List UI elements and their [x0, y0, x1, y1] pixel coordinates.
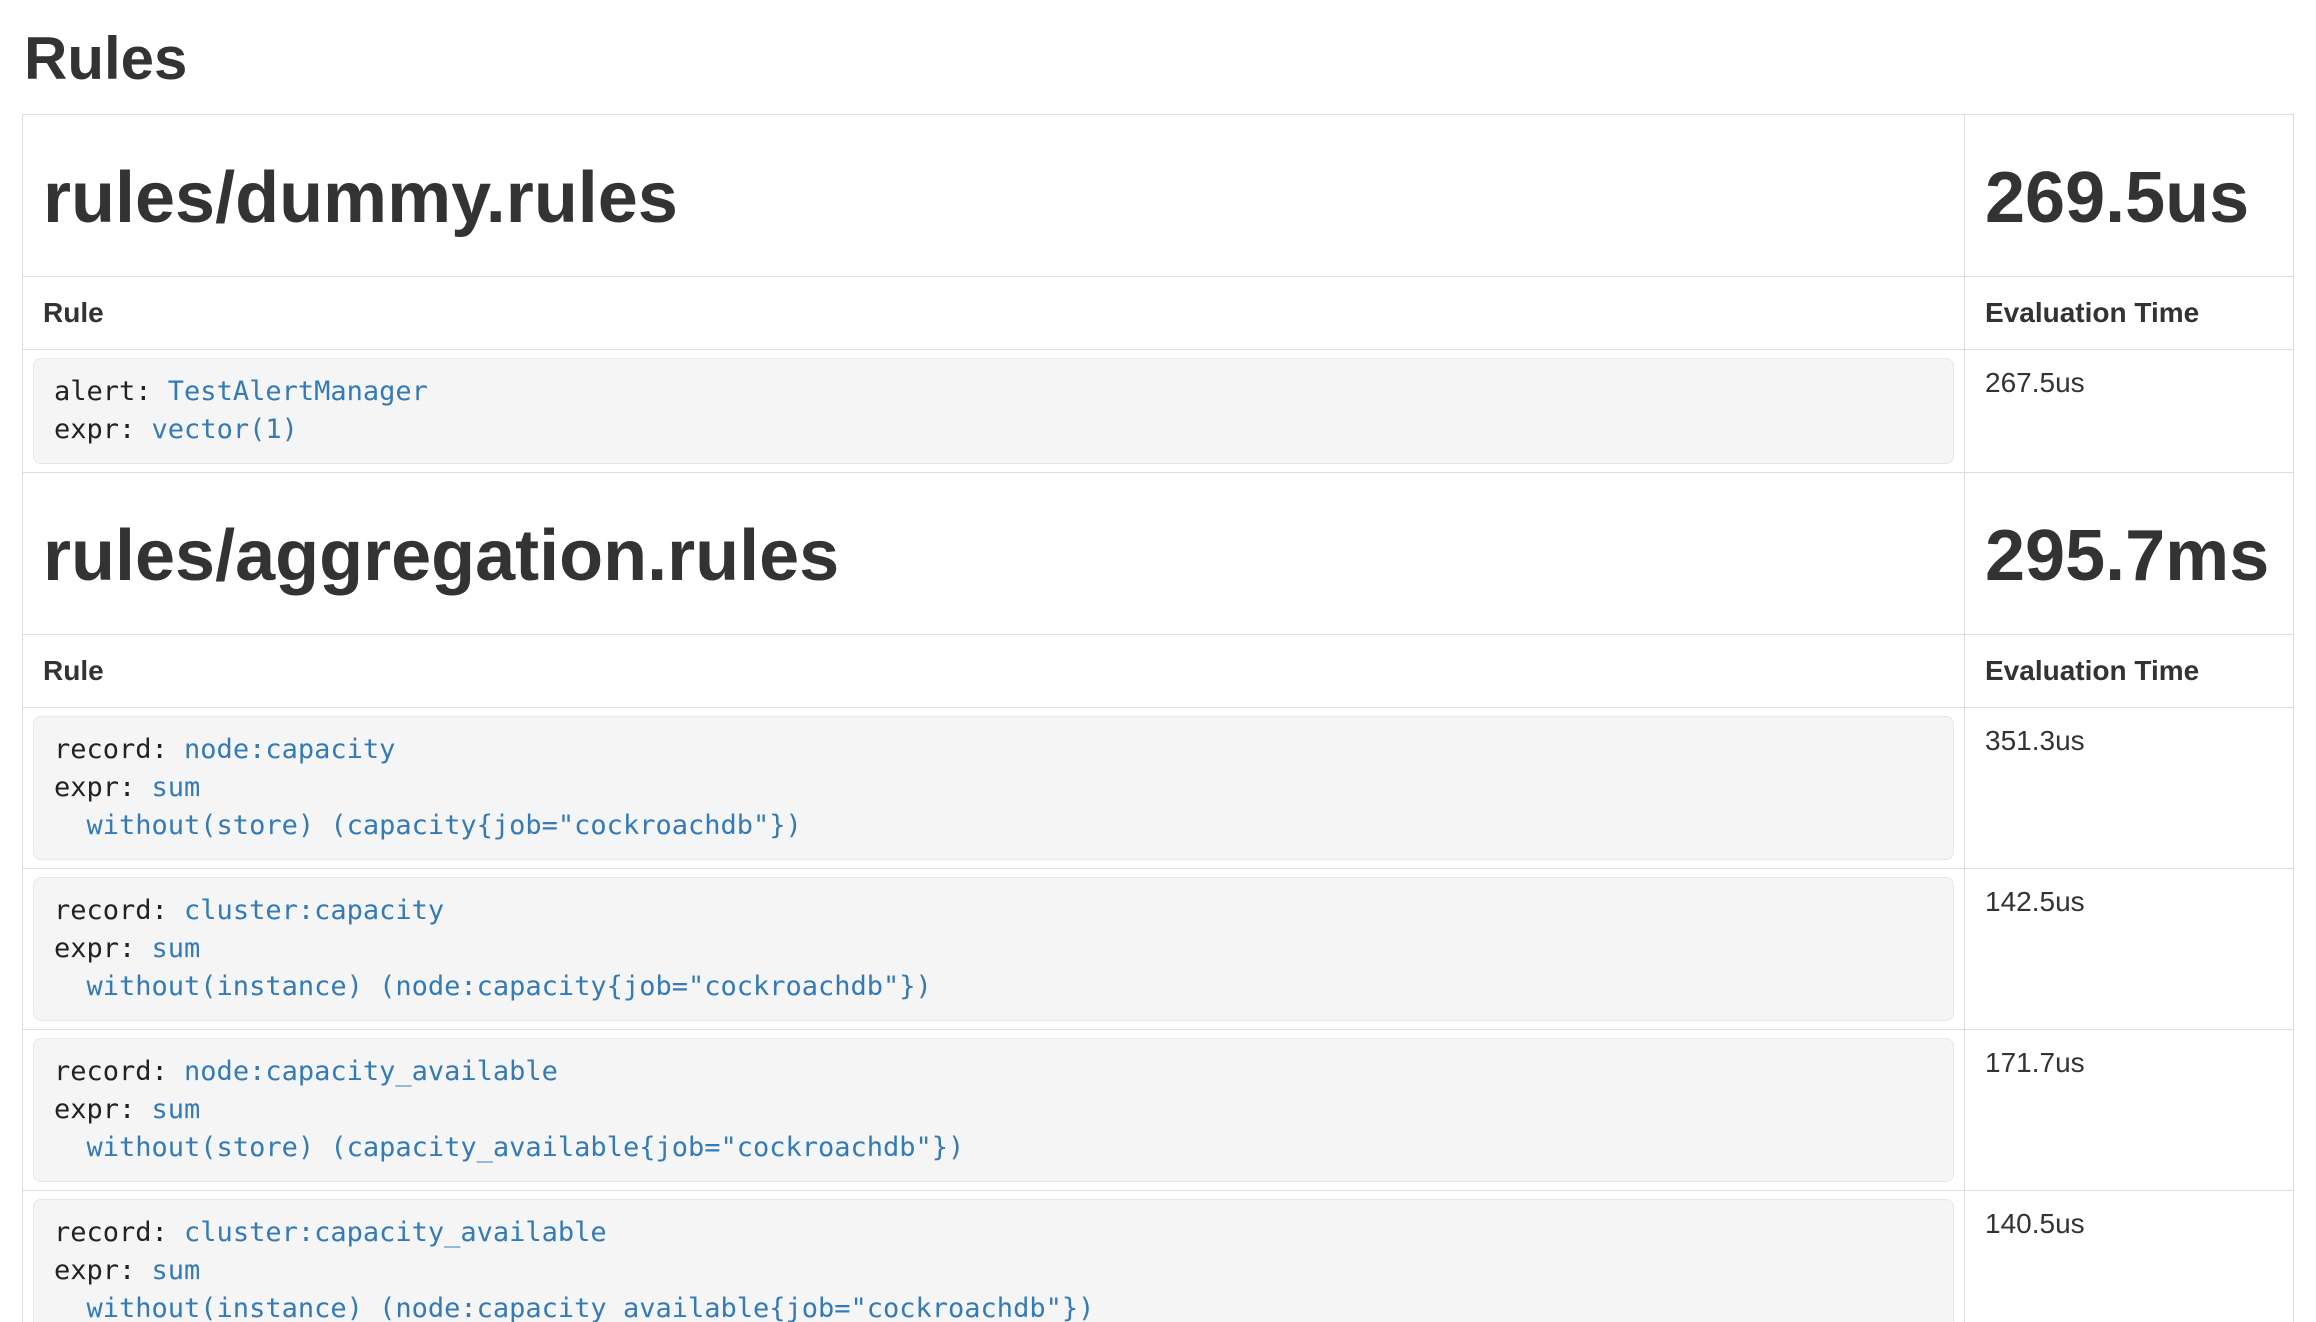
rule-row: record: cluster:capacity expr: sum witho… — [23, 869, 2294, 1030]
rule-row: record: node:capacity_available expr: su… — [23, 1030, 2294, 1191]
rule-expr-link[interactable]: without(instance) (node:capacity{job="co… — [54, 971, 932, 1002]
rule-keyword: expr: — [54, 1255, 152, 1286]
rule-expr-link[interactable]: vector(1) — [152, 414, 298, 445]
rule-group-eval-time: 295.7ms — [1985, 517, 2273, 596]
column-header-evaluation-time: Evaluation Time — [1965, 635, 2294, 708]
page-title: Rules — [24, 26, 2294, 92]
rule-group-header-row: rules/dummy.rules 269.5us — [23, 115, 2294, 277]
rule-expr-link[interactable]: sum — [152, 933, 201, 964]
rule-group-name: rules/aggregation.rules — [43, 517, 1944, 596]
rule-keyword: record: — [54, 895, 184, 926]
rule-eval-time: 351.3us — [1965, 708, 2294, 869]
rule-name-link[interactable]: TestAlertManager — [168, 376, 428, 407]
column-header-row: Rule Evaluation Time — [23, 277, 2294, 350]
rule-group-name: rules/dummy.rules — [43, 159, 1944, 238]
rule-keyword: expr: — [54, 772, 152, 803]
column-header-row: Rule Evaluation Time — [23, 635, 2294, 708]
column-header-rule: Rule — [23, 277, 1965, 350]
rule-eval-time: 267.5us — [1965, 350, 2294, 473]
rule-row: record: cluster:capacity_available expr:… — [23, 1191, 2294, 1322]
rule-definition: record: cluster:capacity_available expr:… — [33, 1199, 1954, 1322]
rule-name-link[interactable]: cluster:capacity — [184, 895, 444, 926]
rule-expr-link[interactable]: without(store) (capacity_available{job="… — [54, 1132, 964, 1163]
rule-group-eval-time: 269.5us — [1985, 159, 2273, 238]
rule-name-link[interactable]: node:capacity — [184, 734, 395, 765]
rule-definition: record: node:capacity expr: sum without(… — [33, 716, 1954, 860]
rule-row: alert: TestAlertManager expr: vector(1) … — [23, 350, 2294, 473]
rule-eval-time: 140.5us — [1965, 1191, 2294, 1322]
rule-keyword: record: — [54, 1056, 184, 1087]
rule-definition: alert: TestAlertManager expr: vector(1) — [33, 358, 1954, 464]
rule-keyword: expr: — [54, 1094, 152, 1125]
rule-expr-link[interactable]: without(instance) (node:capacity_availab… — [54, 1293, 1094, 1322]
rule-expr-link[interactable]: without(store) (capacity{job="cockroachd… — [54, 810, 802, 841]
rule-keyword: alert: — [54, 376, 168, 407]
rule-name-link[interactable]: cluster:capacity_available — [184, 1217, 607, 1248]
column-header-rule: Rule — [23, 635, 1965, 708]
rule-definition: record: node:capacity_available expr: su… — [33, 1038, 1954, 1182]
rule-keyword: expr: — [54, 414, 152, 445]
rule-eval-time: 171.7us — [1965, 1030, 2294, 1191]
column-header-evaluation-time: Evaluation Time — [1965, 277, 2294, 350]
rule-row: record: node:capacity expr: sum without(… — [23, 708, 2294, 869]
rule-eval-time: 142.5us — [1965, 869, 2294, 1030]
rule-expr-link[interactable]: sum — [152, 1255, 201, 1286]
rule-group-header-row: rules/aggregation.rules 295.7ms — [23, 473, 2294, 635]
rule-expr-link[interactable]: sum — [152, 1094, 201, 1125]
rule-definition: record: cluster:capacity expr: sum witho… — [33, 877, 1954, 1021]
rules-page: Rules rules/dummy.rules 269.5us Rule Eva… — [0, 26, 2316, 1322]
rule-name-link[interactable]: node:capacity_available — [184, 1056, 558, 1087]
rule-expr-link[interactable]: sum — [152, 772, 201, 803]
rule-keyword: record: — [54, 734, 184, 765]
rules-table: rules/dummy.rules 269.5us Rule Evaluatio… — [22, 114, 2294, 1322]
rule-keyword: expr: — [54, 933, 152, 964]
rule-keyword: record: — [54, 1217, 184, 1248]
